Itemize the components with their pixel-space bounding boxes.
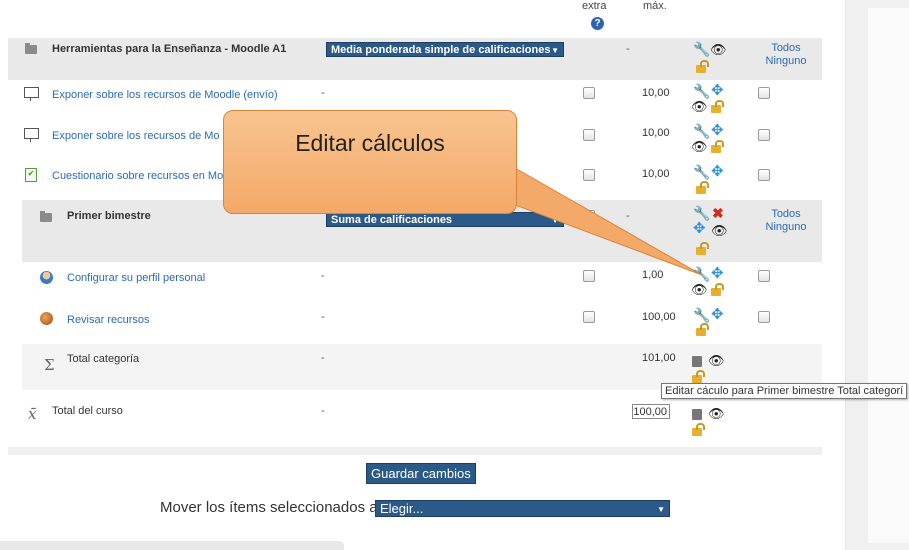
move-destination-select[interactable]: Elegir... ▼: [375, 500, 670, 517]
footer-bar: [0, 541, 344, 550]
move-items-label: Mover los ítems seleccionados a: [160, 499, 378, 516]
save-changes-button[interactable]: Guardar cambios: [366, 463, 476, 484]
tooltip: Editar cáculo para Primer bimestre Total…: [661, 383, 908, 399]
move-select-value: Elegir...: [380, 501, 424, 516]
callout-box: Editar cálculos: [223, 110, 517, 214]
dropdown-arrow-icon: ▼: [657, 505, 665, 514]
